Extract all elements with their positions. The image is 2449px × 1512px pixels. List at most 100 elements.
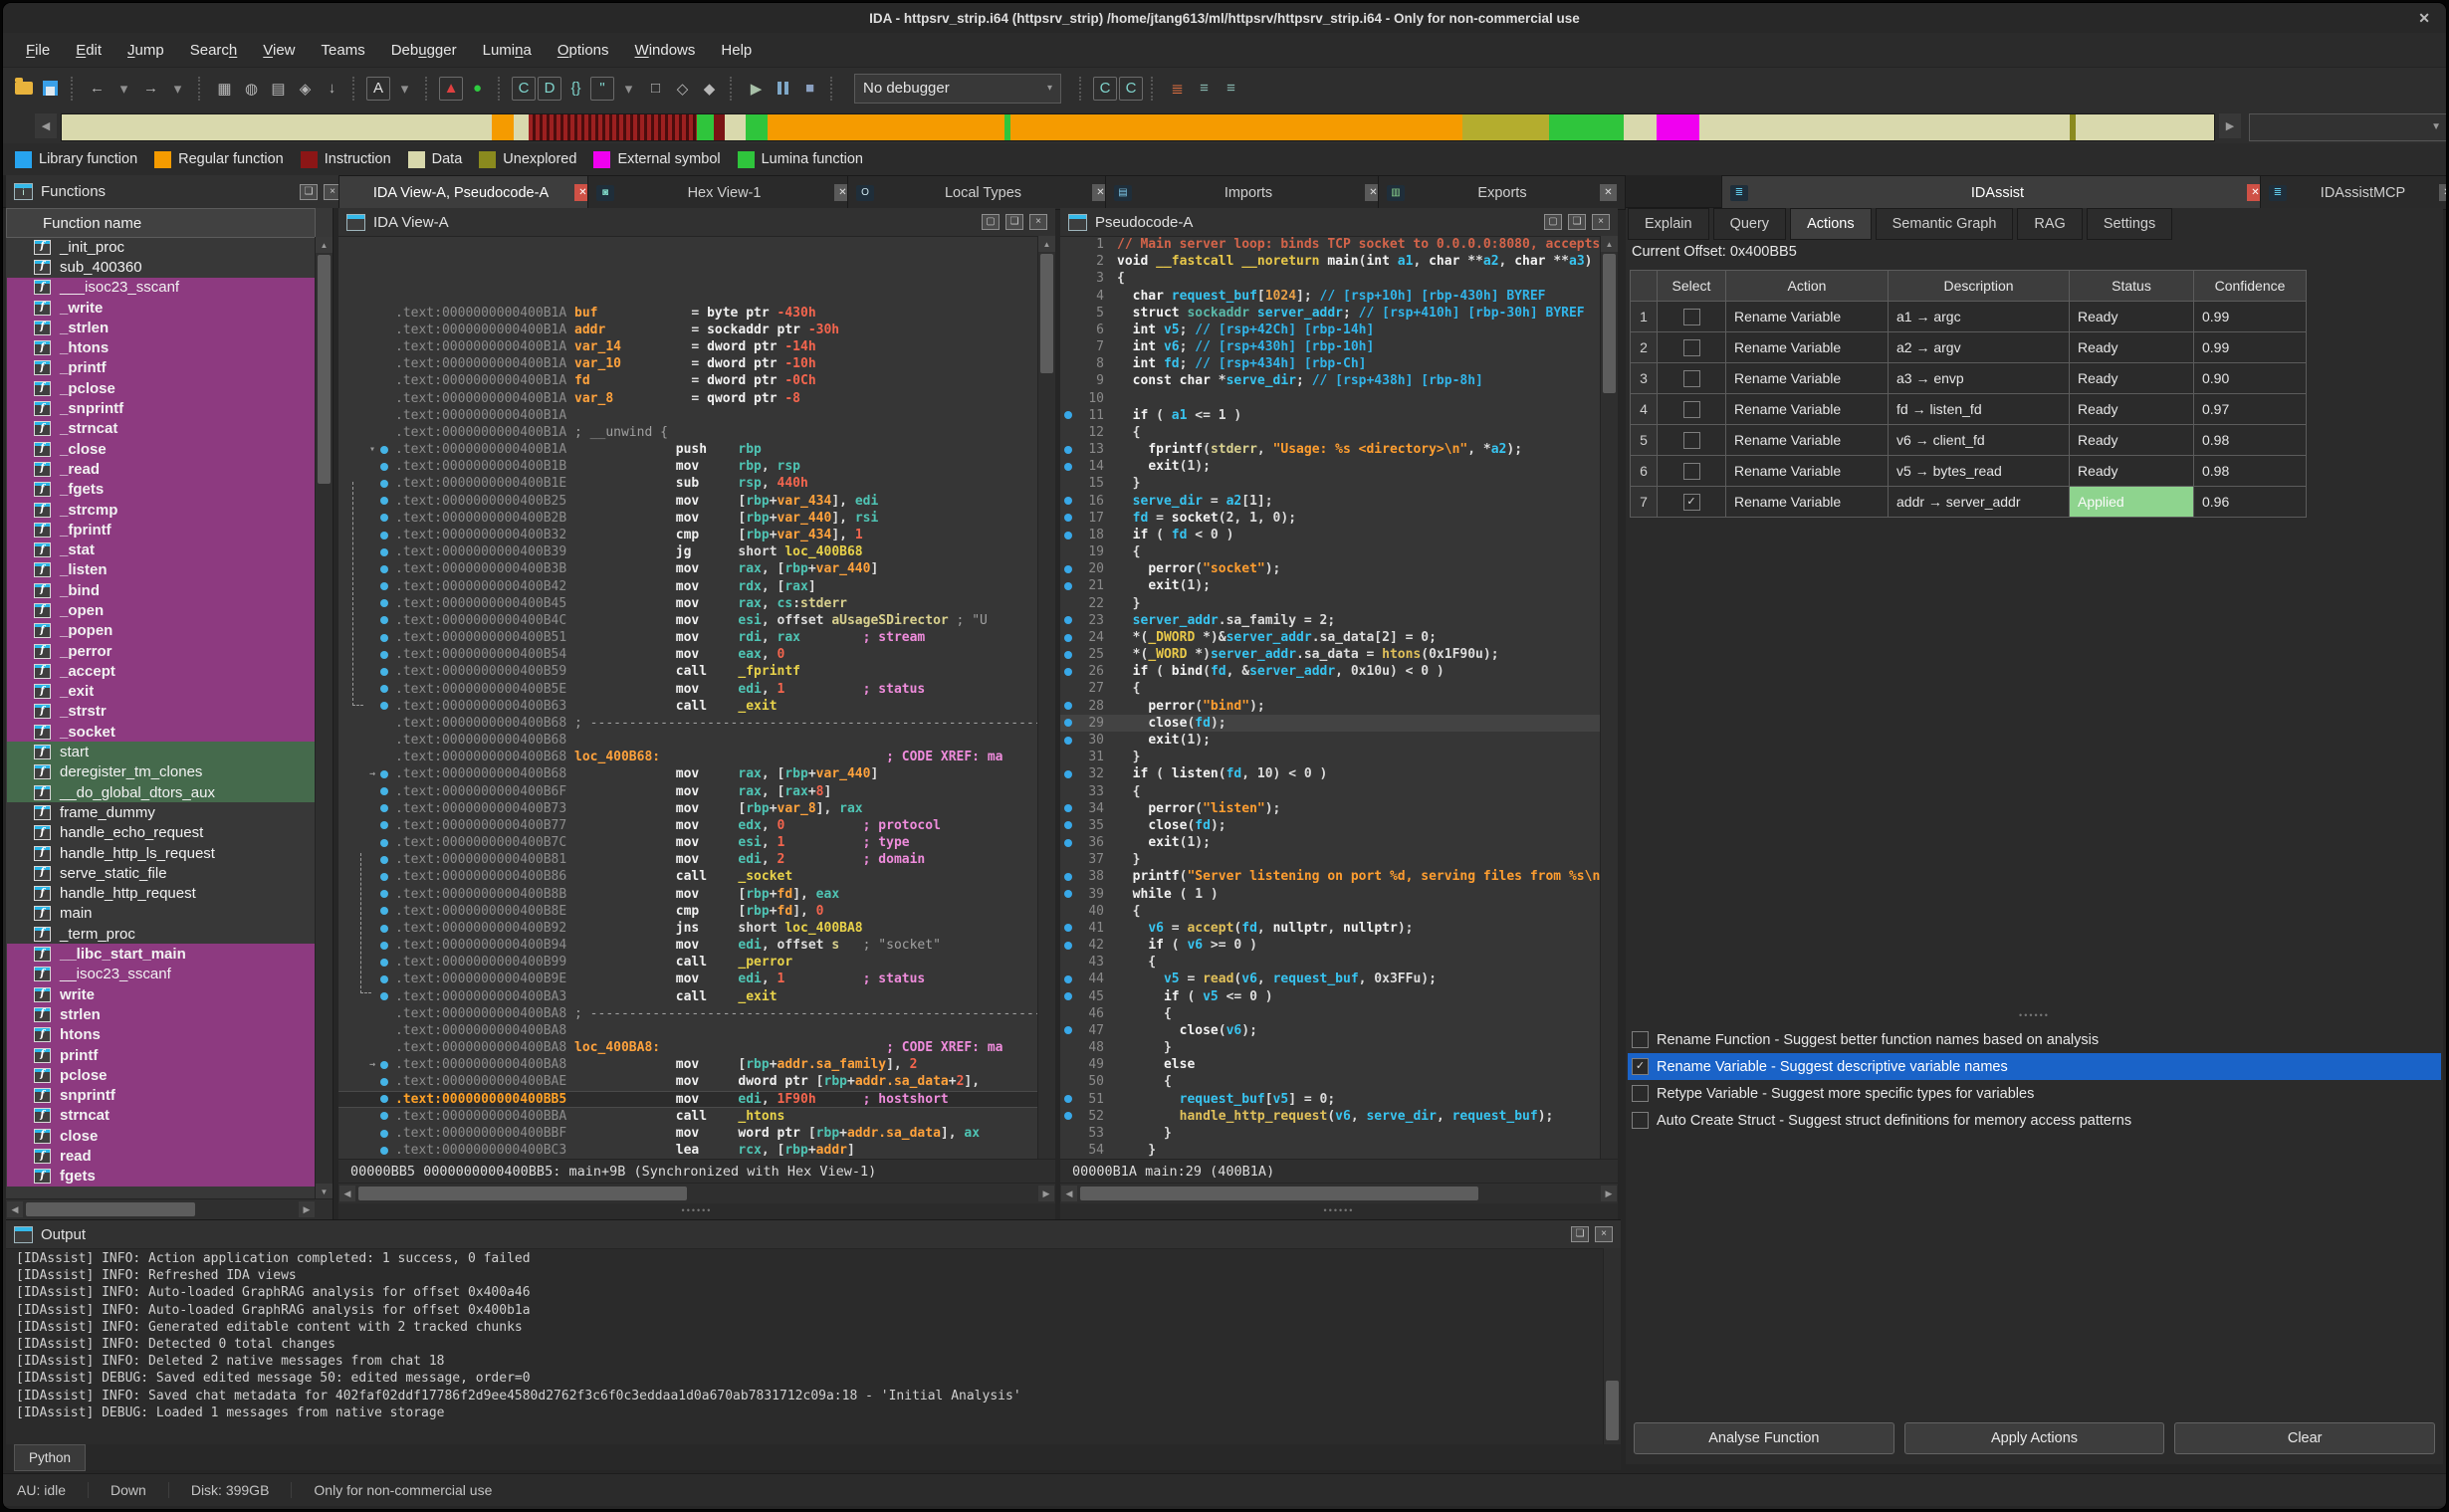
function-row[interactable]: f_strncat [7, 419, 316, 439]
function-row[interactable]: f_socket [7, 722, 316, 742]
asm-line[interactable]: .text:0000000000400B1A var_10 = dword pt… [338, 355, 1038, 372]
pseudocode-line[interactable]: 53 } [1060, 1125, 1601, 1142]
asm-line[interactable]: ▾.text:0000000000400B1A push rbp [338, 441, 1038, 458]
analyse-function-button[interactable]: Analyse Function [1634, 1422, 1894, 1454]
stop-icon[interactable]: ■ [797, 76, 822, 101]
function-row[interactable]: f_close [7, 439, 316, 459]
function-row[interactable]: fsub_400360 [7, 257, 316, 277]
menu-file[interactable]: File [13, 38, 63, 63]
row-checkbox[interactable] [1683, 463, 1700, 480]
asm-line[interactable]: .text:0000000000400B1B mov rbp, rsp [338, 458, 1038, 475]
nav-marker-icon[interactable]: ▲ [439, 77, 463, 101]
pseudocode-line[interactable]: 41 v6 = accept(fd, nullptr, nullptr); [1060, 920, 1601, 937]
compile-icon[interactable]: C [1093, 77, 1117, 101]
pseudocode-line[interactable]: 28 perror("bind"); [1060, 698, 1601, 715]
scroll-left-icon[interactable]: ◀ [339, 1186, 355, 1201]
select-icon[interactable]: □ [643, 76, 668, 101]
pseudocode-line[interactable]: 3{ [1060, 270, 1601, 287]
edit-icon[interactable]: ◇ [670, 76, 695, 101]
row-checkbox[interactable] [1683, 432, 1700, 449]
functions-horizontal-scrollbar[interactable]: ◀ ▶ [6, 1198, 333, 1219]
tab-idassistmcp[interactable]: ≣IDAssistMCP✕ [2260, 175, 2447, 210]
action-row[interactable]: 1Rename Variablea1 → argcReady0.99 [1631, 302, 2307, 332]
braces-icon[interactable]: {} [563, 76, 588, 101]
function-row[interactable]: f_init_proc [7, 237, 316, 257]
asm-line[interactable]: .text:0000000000400B73 mov [rbp+var_8], … [338, 800, 1038, 817]
action-type-option[interactable]: Retype Variable - Suggest more specific … [1628, 1080, 2441, 1107]
create-func-icon[interactable]: C [512, 77, 536, 101]
menu-windows[interactable]: Windows [622, 38, 709, 63]
asm-line[interactable]: →.text:0000000000400BA8 mov [rbp+addr.sa… [338, 1056, 1038, 1073]
function-row[interactable]: f_strlen [7, 318, 316, 337]
function-row[interactable]: fderegister_tm_clones [7, 762, 316, 782]
assist-tab-explain[interactable]: Explain [1628, 208, 1709, 240]
function-row[interactable]: f_accept [7, 661, 316, 681]
tab-local-types[interactable]: OLocal Types✕ [847, 175, 1118, 210]
pseudocode-line[interactable]: 2void __fastcall __noreturn main(int a1,… [1060, 253, 1601, 270]
pseudocode-line[interactable]: 27 { [1060, 680, 1601, 697]
assist-tab-settings[interactable]: Settings [2087, 208, 2172, 240]
function-row[interactable]: fserve_static_file [7, 863, 316, 883]
names-icon[interactable]: ▤ [266, 76, 291, 101]
function-row[interactable]: f_popen [7, 621, 316, 641]
column-header[interactable]: Status [2070, 271, 2194, 302]
debugger-selector[interactable]: No debugger▾ [854, 74, 1061, 104]
pseudocode-line[interactable]: 45 if ( v5 <= 0 ) [1060, 988, 1601, 1005]
function-row[interactable]: f_write [7, 298, 316, 318]
asm-line[interactable]: .text:0000000000400B45 mov rax, cs:stder… [338, 595, 1038, 612]
asm-line[interactable]: .text:0000000000400B1A fd = dword ptr -0… [338, 372, 1038, 389]
tab-ida-view-a-pseudocode-a[interactable]: IDA View-A, Pseudocode-A✕ [338, 175, 600, 210]
scroll-right-icon[interactable]: ▶ [1038, 1186, 1054, 1201]
pseudocode-line[interactable]: 19 { [1060, 543, 1601, 560]
pseudocode-line[interactable]: 48 } [1060, 1039, 1601, 1056]
asm-line[interactable]: .text:0000000000400BB5 mov edi, 1F90h ; … [338, 1091, 1038, 1108]
assist-tab-query[interactable]: Query [1713, 208, 1787, 240]
function-row[interactable]: fframe_dummy [7, 802, 316, 822]
asm-line[interactable]: .text:0000000000400B81 mov edi, 2 ; doma… [338, 851, 1038, 868]
function-row[interactable]: f_stat [7, 540, 316, 559]
function-row[interactable]: f_listen [7, 560, 316, 580]
column-header[interactable]: Description [1889, 271, 2070, 302]
action-row[interactable]: 4Rename Variablefd → listen_fdReady0.97 [1631, 394, 2307, 425]
scroll-up-icon[interactable]: ▲ [1601, 236, 1618, 252]
pseudocode-line[interactable]: 4 char request_buf[1024]; // [rsp+10h] [… [1060, 288, 1601, 305]
asm-line[interactable]: .text:0000000000400BC3 lea rcx, [rbp+add… [338, 1142, 1038, 1159]
functions-vertical-scrollbar[interactable]: ▲ ▼ [315, 237, 333, 1199]
function-row[interactable]: fwrite [7, 984, 316, 1004]
asm-line[interactable]: .text:0000000000400B6F mov rax, [rax+8] [338, 783, 1038, 800]
pseudocode-line[interactable]: 31 } [1060, 749, 1601, 765]
asm-line[interactable]: .text:0000000000400B39 jg short loc_400B… [338, 543, 1038, 560]
asm-line[interactable]: .text:0000000000400B1A var_8 = qword ptr… [338, 390, 1038, 407]
output-float-icon[interactable]: ❏ [1571, 1226, 1589, 1242]
asm-line[interactable]: .text:0000000000400B25 mov [rbp+var_434]… [338, 493, 1038, 510]
pseudocode-line[interactable]: 49 else [1060, 1056, 1601, 1073]
assist-tab-semantic-graph[interactable]: Semantic Graph [1876, 208, 2014, 240]
list-b-icon[interactable]: ≡ [1219, 76, 1243, 101]
asm-line[interactable]: .text:0000000000400B7C mov esi, 1 ; type [338, 834, 1038, 851]
action-type-option[interactable]: Auto Create Struct - Suggest struct defi… [1628, 1107, 2441, 1134]
pseudocode-float-icon[interactable]: ❏ [1568, 214, 1586, 230]
menu-lumina[interactable]: Lumina [470, 38, 545, 63]
pseudocode-line[interactable]: 52 handle_http_request(v6, serve_dir, re… [1060, 1108, 1601, 1125]
function-row[interactable]: f_open [7, 600, 316, 620]
function-row[interactable]: fpclose [7, 1065, 316, 1085]
asm-line[interactable]: .text:0000000000400B1A buf = byte ptr -4… [338, 305, 1038, 322]
pseudocode-line[interactable]: 32 if ( listen(fd, 10) < 0 ) [1060, 765, 1601, 782]
database-icon[interactable]: ▦ [212, 76, 237, 101]
pseudocode-line[interactable]: 42 if ( v6 >= 0 ) [1060, 937, 1601, 954]
asm-line[interactable]: .text:0000000000400B1E sub rsp, 440h [338, 475, 1038, 492]
asm-line[interactable]: .text:0000000000400BA3 call _exit [338, 988, 1038, 1005]
pseudocode-line[interactable]: 9 const char *serve_dir; // [rsp+438h] [… [1060, 372, 1601, 389]
column-header[interactable]: Confidence [2194, 271, 2307, 302]
forward-icon[interactable]: → [138, 76, 163, 101]
function-row[interactable]: fhandle_http_ls_request [7, 843, 316, 863]
asm-line[interactable]: .text:0000000000400BBA call _htons [338, 1108, 1038, 1125]
asm-line[interactable]: .text:0000000000400BAE mov dword ptr [rb… [338, 1073, 1038, 1090]
asm-line[interactable]: .text:0000000000400B51 mov rdi, rax ; st… [338, 629, 1038, 646]
menu-options[interactable]: Options [545, 38, 622, 63]
menu-edit[interactable]: Edit [63, 38, 114, 63]
pseudocode-line[interactable]: 47 close(v6); [1060, 1022, 1601, 1039]
action-type-option[interactable]: Rename Function - Suggest better functio… [1628, 1026, 2441, 1053]
scroll-up-icon[interactable]: ▲ [1038, 236, 1055, 252]
tab-close-icon[interactable]: ✕ [2439, 184, 2447, 201]
